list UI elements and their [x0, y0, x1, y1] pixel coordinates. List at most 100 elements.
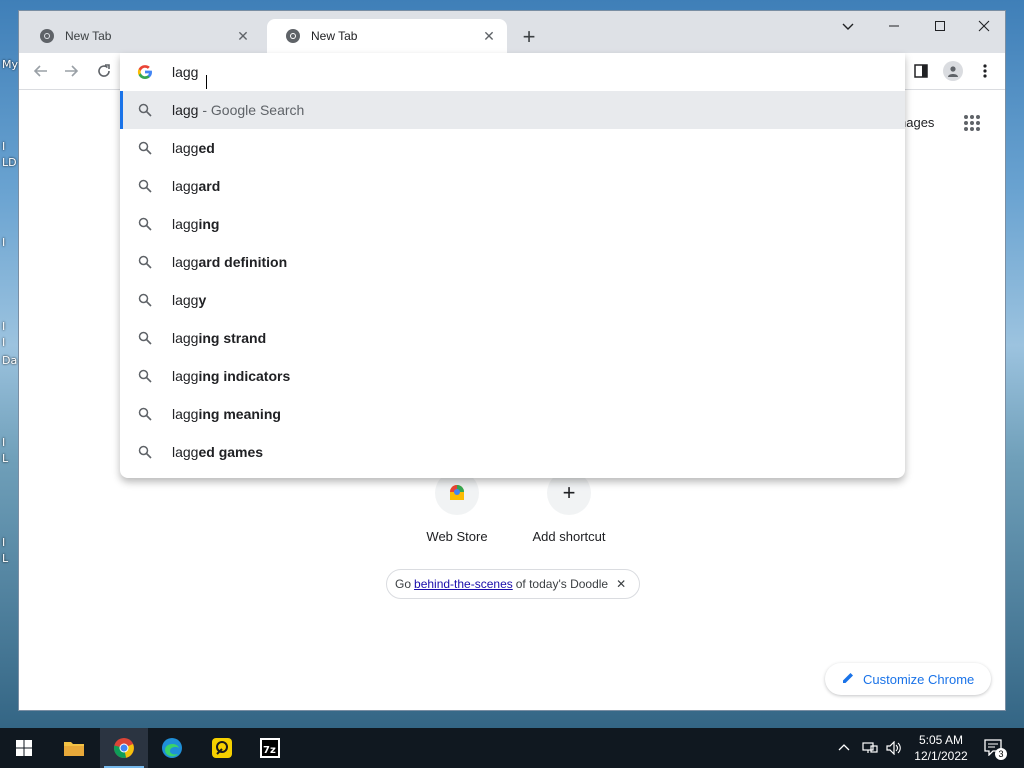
reload-icon[interactable] — [92, 59, 116, 83]
suggestion-prefix: lagg — [172, 368, 199, 384]
more-vert-icon[interactable] — [973, 59, 997, 83]
suggestion-prefix: lagg — [172, 406, 199, 422]
google-g-icon — [137, 64, 153, 80]
close-icon[interactable]: ✕ — [481, 28, 497, 44]
search-icon — [137, 102, 153, 118]
clock[interactable]: 5:05 AM 12/1/2022 — [906, 732, 976, 764]
search-icon — [137, 140, 153, 156]
suggestion-prefix: lagg — [172, 216, 199, 232]
suggestion-completion: ing meaning — [198, 406, 281, 422]
shortcut-label: Add shortcut — [532, 529, 606, 544]
omnibox[interactable] — [120, 53, 905, 91]
side-panel-icon[interactable] — [909, 59, 933, 83]
tray-chevron-up-icon[interactable] — [838, 728, 850, 768]
tab-new-tab-1[interactable]: New Tab ✕ — [21, 19, 261, 53]
suggestion-prefix: lagg — [172, 102, 199, 118]
forward-arrow-icon[interactable] — [59, 59, 83, 83]
suggestion-prefix: lagg — [172, 178, 199, 194]
search-icon — [137, 406, 153, 422]
suggestion-completion: ed — [198, 140, 215, 156]
search-icon — [137, 254, 153, 270]
desktop-label: L — [2, 552, 9, 565]
desktop-label: I — [2, 320, 6, 333]
search-icon — [137, 292, 153, 308]
suggestion-item[interactable]: laggy — [120, 281, 905, 319]
desktop-label: L — [2, 452, 9, 465]
close-window-button[interactable] — [961, 11, 1007, 41]
shortcut-label: Web Store — [426, 529, 488, 544]
network-icon[interactable] — [862, 728, 878, 768]
add-shortcut-button[interactable]: + Add shortcut — [519, 471, 619, 544]
suggestion-item[interactable]: lagging indicators — [120, 357, 905, 395]
tab-new-tab-2[interactable]: New Tab ✕ — [267, 19, 507, 53]
suggestion-prefix: lagg — [172, 330, 199, 346]
close-icon[interactable]: ✕ — [616, 577, 626, 591]
clock-date: 12/1/2022 — [914, 749, 968, 763]
svg-text:7z: 7z — [263, 745, 276, 756]
search-icon — [137, 444, 153, 460]
clock-time: 5:05 AM — [918, 733, 964, 747]
chrome-icon — [39, 28, 55, 44]
suggestion-item[interactable]: lagg - Google Search — [120, 91, 905, 129]
taskbar: 7z 5:05 AM 12/1/2022 3 — [0, 728, 1024, 768]
suggestion-completion: ard definition — [198, 254, 288, 270]
suggestion-prefix: lagg — [172, 140, 199, 156]
7zip-icon[interactable]: 7z — [246, 728, 294, 768]
customize-label: Customize Chrome — [863, 671, 975, 687]
chevron-down-icon[interactable] — [825, 11, 871, 41]
suggestion-item[interactable]: laggard definition — [120, 243, 905, 281]
suggestion-prefix: lagg — [172, 254, 199, 270]
maximize-button[interactable] — [917, 11, 963, 41]
search-icon — [137, 368, 153, 384]
suggestion-suffix: - Google Search — [198, 102, 305, 118]
desktop-label: I — [2, 436, 6, 449]
doodle-text-before: Go — [395, 577, 412, 591]
desktop-label: LD — [2, 156, 17, 169]
tab-title: New Tab — [65, 29, 112, 43]
desktop-label: I — [2, 236, 6, 249]
suggestion-prefix: lagg — [172, 292, 199, 308]
suggestion-prefix: lagg — [172, 444, 199, 460]
text-cursor — [206, 75, 208, 89]
suggestion-completion: ing strand — [198, 330, 267, 346]
desktop-label: My — [2, 58, 19, 71]
shortcut-web-store[interactable]: Web Store — [407, 471, 507, 544]
suggestion-item[interactable]: lagging strand — [120, 319, 905, 357]
browser-window: New Tab ✕ New Tab ✕ + nages Web Store + … — [18, 10, 1006, 711]
app-yellow-icon[interactable] — [198, 728, 246, 768]
suggestion-completion: ed games — [198, 444, 264, 460]
close-icon[interactable]: ✕ — [235, 28, 251, 44]
notification-badge: 3 — [995, 748, 1007, 760]
new-tab-button[interactable]: + — [517, 25, 541, 49]
file-explorer-icon[interactable] — [50, 728, 98, 768]
desktop-label: I — [2, 536, 6, 549]
volume-icon[interactable] — [886, 728, 902, 768]
suggestion-list: lagg - Google Search lagged laggard lagg… — [120, 91, 905, 471]
suggestion-item[interactable]: lagged — [120, 129, 905, 167]
suggestion-item[interactable]: laggard — [120, 167, 905, 205]
suggestion-item[interactable]: lagged games — [120, 433, 905, 471]
tab-strip: New Tab ✕ New Tab ✕ + — [19, 11, 1005, 53]
doodle-link[interactable]: behind-the-scenes — [414, 577, 513, 591]
suggestion-item[interactable]: lagging meaning — [120, 395, 905, 433]
chrome-icon — [285, 28, 301, 44]
minimize-button[interactable] — [871, 11, 917, 41]
pencil-icon — [841, 671, 855, 688]
desktop-label: I — [2, 140, 6, 153]
windows-start-icon[interactable] — [0, 728, 48, 768]
suggestion-completion: ard — [198, 178, 221, 194]
search-icon — [137, 178, 153, 194]
chrome-taskbar-icon[interactable] — [100, 728, 148, 768]
back-arrow-icon[interactable] — [29, 59, 53, 83]
edge-icon[interactable] — [148, 728, 196, 768]
desktop-label: I — [2, 336, 6, 349]
profile-icon[interactable] — [941, 59, 965, 83]
search-icon — [137, 216, 153, 232]
doodle-chip: Go behind-the-scenes of today's Doodle ✕ — [386, 569, 640, 599]
omnibox-input[interactable] — [172, 62, 772, 82]
search-icon — [137, 330, 153, 346]
omnibox-dropdown: lagg - Google Search lagged laggard lagg… — [120, 53, 905, 478]
customize-chrome-button[interactable]: Customize Chrome — [825, 663, 991, 695]
apps-grid-icon[interactable] — [963, 114, 981, 132]
suggestion-item[interactable]: lagging — [120, 205, 905, 243]
